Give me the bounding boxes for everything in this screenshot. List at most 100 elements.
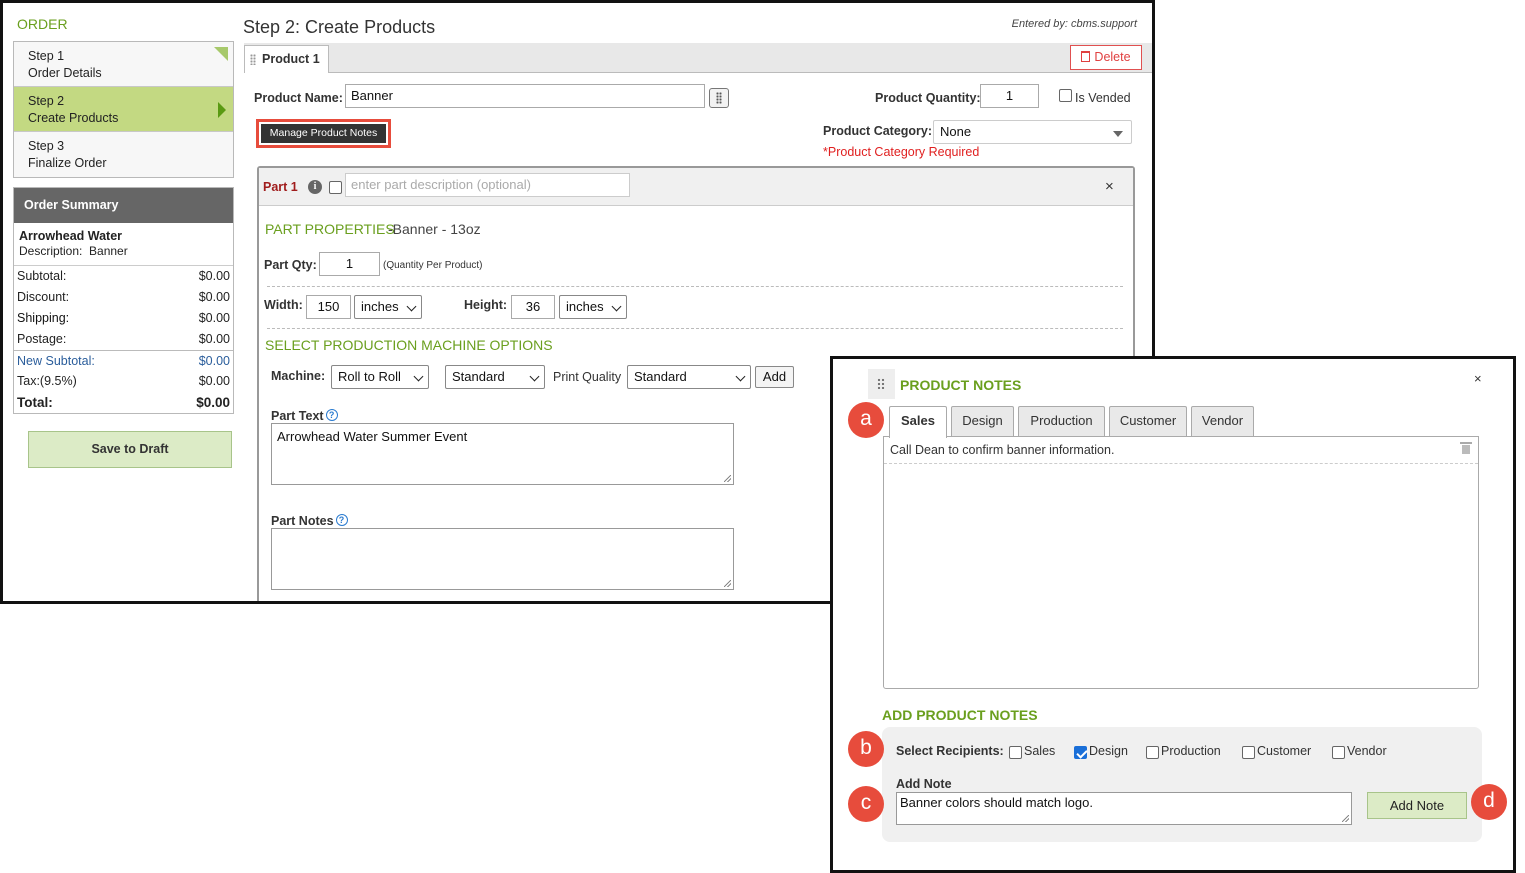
step-label: Finalize Order xyxy=(28,156,107,170)
part-text-textarea[interactable]: Arrowhead Water Summer Event xyxy=(271,423,734,485)
product-lookup-icon[interactable] xyxy=(709,88,729,108)
tab-production[interactable]: Production xyxy=(1018,406,1105,436)
recipient-design-checkbox[interactable] xyxy=(1074,746,1087,759)
summary-value: $0.00 xyxy=(198,374,230,388)
is-vended-checkbox[interactable] xyxy=(1059,89,1072,102)
height-input[interactable]: 36 xyxy=(511,295,555,319)
recipient-production-checkbox[interactable] xyxy=(1146,746,1159,759)
print-quality-select[interactable]: Standard xyxy=(627,365,751,389)
part-description-input[interactable]: enter part description (optional) xyxy=(345,173,630,197)
tab-product-1[interactable]: Product 1 xyxy=(244,45,329,73)
recipient-customer-checkbox[interactable] xyxy=(1242,746,1255,759)
add-notes-title: ADD PRODUCT NOTES xyxy=(882,707,1038,723)
recipient-sales-label: Sales xyxy=(1024,744,1056,758)
summary-row-subtotal: Subtotal: $0.00 xyxy=(14,266,233,287)
save-to-draft-button[interactable]: Save to Draft xyxy=(28,431,232,468)
step-2[interactable]: Step 2 Create Products xyxy=(14,87,233,132)
summary-value: $0.00 xyxy=(198,332,230,346)
drag-handle-icon[interactable] xyxy=(868,369,895,399)
add-note-button[interactable]: Add Note xyxy=(1367,792,1467,819)
summary-row-tax: Tax:(9.5%) $0.00 xyxy=(14,371,233,392)
width-unit-select[interactable]: inches xyxy=(354,295,422,319)
tab-customer[interactable]: Customer xyxy=(1109,406,1187,436)
part-properties-title: PART PROPERTIES xyxy=(265,221,395,237)
manage-product-notes-button[interactable]: Manage Product Notes xyxy=(256,119,391,148)
annotation-marker-c: c xyxy=(848,786,884,822)
print-mode-select[interactable]: Standard xyxy=(445,365,545,389)
resize-handle-icon[interactable] xyxy=(724,580,731,587)
drag-handle-icon[interactable] xyxy=(250,54,256,65)
list-item: Call Dean to confirm banner information. xyxy=(884,437,1478,464)
summary-row-shipping: Shipping: $0.00 xyxy=(14,308,233,329)
page-title: Step 2: Create Products xyxy=(243,17,436,37)
add-machine-button[interactable]: Add xyxy=(755,366,794,388)
part-notes-textarea[interactable] xyxy=(271,528,734,590)
manage-notes-label: Manage Product Notes xyxy=(261,124,386,143)
tab-design[interactable]: Design xyxy=(951,406,1014,436)
tab-sales[interactable]: Sales xyxy=(889,406,947,438)
summary-customer: Arrowhead Water Description: Banner xyxy=(14,223,233,266)
dropdown-arrow-icon xyxy=(1113,131,1123,137)
summary-row-discount: Discount: $0.00 xyxy=(14,287,233,308)
height-unit-select[interactable]: inches xyxy=(559,295,627,319)
step-3[interactable]: Step 3 Finalize Order xyxy=(14,132,233,177)
chevron-down-icon xyxy=(406,301,417,312)
add-note-label: Add Note xyxy=(896,777,952,791)
part-text-value: Arrowhead Water Summer Event xyxy=(277,429,468,444)
product-name-label: Product Name: xyxy=(254,91,343,105)
print-quality-value: Standard xyxy=(634,369,687,384)
product-category-select[interactable]: None xyxy=(933,120,1132,144)
trash-icon[interactable] xyxy=(1460,442,1472,454)
customer-name: Arrowhead Water xyxy=(19,229,123,243)
product-notes-dialog: PRODUCT NOTES × Sales Design Production … xyxy=(830,356,1516,873)
step-1[interactable]: Step 1 Order Details xyxy=(14,42,233,87)
annotation-marker-b: b xyxy=(848,731,884,767)
summary-label: Postage: xyxy=(17,332,67,346)
product-quantity-input[interactable]: 1 xyxy=(980,84,1039,108)
part-notes-label-text: Part Notes xyxy=(271,514,334,528)
part-qty-input[interactable]: 1 xyxy=(319,252,380,276)
resize-handle-icon[interactable] xyxy=(724,475,731,482)
product-category-label: Product Category: xyxy=(823,124,933,138)
order-summary-title: Order Summary xyxy=(14,188,233,223)
resize-handle-icon[interactable] xyxy=(1342,815,1349,822)
part-qty-hint: (Quantity Per Product) xyxy=(383,260,483,271)
summary-label: Subtotal: xyxy=(17,269,67,283)
machine-select[interactable]: Roll to Roll xyxy=(331,365,429,389)
delete-product-button[interactable]: Delete xyxy=(1070,45,1142,70)
close-part-icon[interactable]: × xyxy=(1105,178,1114,195)
chevron-down-icon xyxy=(529,371,540,382)
divider xyxy=(267,328,1123,329)
width-input[interactable]: 150 xyxy=(306,295,351,319)
trash-icon xyxy=(1081,51,1091,62)
help-icon[interactable]: ? xyxy=(335,514,348,526)
part-select-checkbox[interactable] xyxy=(329,181,342,194)
category-required-error: *Product Category Required xyxy=(823,145,980,159)
product-quantity-label: Product Quantity: xyxy=(875,91,981,105)
recipient-vendor-checkbox[interactable] xyxy=(1332,746,1345,759)
summary-row-postage: Postage: $0.00 xyxy=(14,329,233,350)
recipient-customer-label: Customer xyxy=(1257,744,1312,758)
part-notes-label: Part Notes? xyxy=(271,514,348,528)
summary-value: $0.00 xyxy=(198,290,230,304)
summary-label: Discount: xyxy=(17,290,70,304)
summary-value: $0.00 xyxy=(196,395,230,410)
chevron-down-icon xyxy=(735,371,746,382)
order-title: ORDER xyxy=(17,16,68,32)
info-icon[interactable]: i xyxy=(308,180,322,194)
order-summary: Order Summary Arrowhead Water Descriptio… xyxy=(13,187,234,414)
add-note-textarea[interactable]: Banner colors should match logo. xyxy=(896,792,1352,825)
steps-nav: Step 1 Order Details Step 2 Create Produ… xyxy=(13,41,234,178)
help-icon[interactable]: ? xyxy=(325,409,338,421)
close-dialog-icon[interactable]: × xyxy=(1474,371,1482,386)
is-vended-label: Is Vended xyxy=(1075,91,1131,105)
product-name-input[interactable]: Banner xyxy=(345,84,705,108)
notes-list: Call Dean to confirm banner information. xyxy=(883,436,1479,689)
recipient-sales-checkbox[interactable] xyxy=(1009,746,1022,759)
summary-value: $0.00 xyxy=(198,354,230,368)
step-number: Step 3 xyxy=(28,139,65,153)
machine-options-title: SELECT PRODUCTION MACHINE OPTIONS xyxy=(265,337,553,353)
summary-label: New Subtotal: xyxy=(17,354,95,368)
tab-vendor[interactable]: Vendor xyxy=(1191,406,1254,436)
step-number: Step 1 xyxy=(28,49,65,63)
